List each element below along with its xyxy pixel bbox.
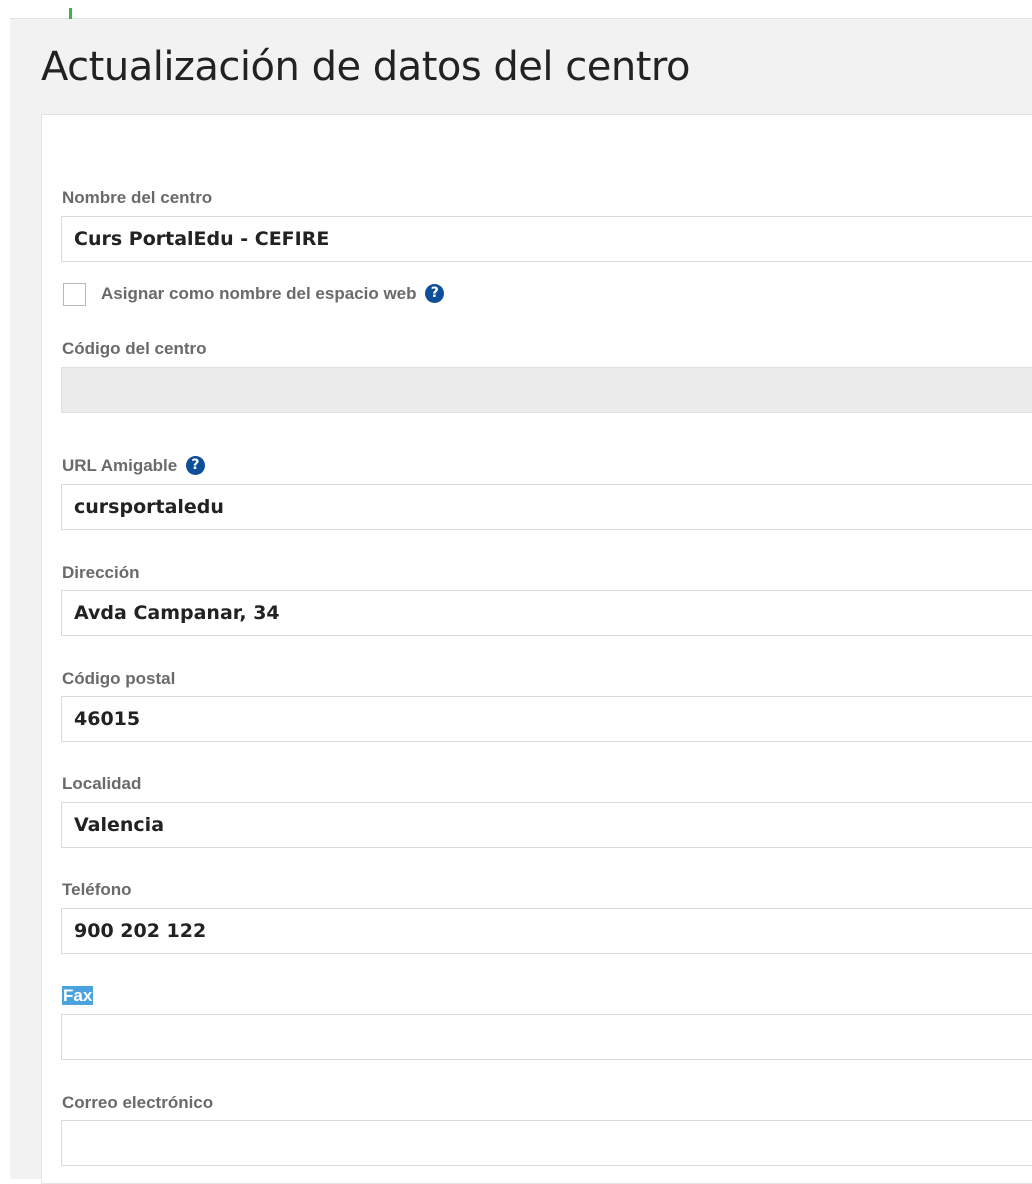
localidad-label: Localidad <box>62 774 142 793</box>
direccion-field[interactable]: Avda Campanar, 34 <box>61 590 1032 636</box>
localidad-field[interactable]: Valencia <box>61 802 1032 848</box>
page-title: Actualización de datos del centro <box>41 44 690 90</box>
codigo-label: Código del centro <box>62 339 207 358</box>
asignar-label-group: Asignar como nombre del espacio web ? <box>101 284 445 304</box>
nombre-field[interactable]: Curs PortalEdu - CEFIRE <box>61 216 1032 262</box>
url-field[interactable]: cursportaledu <box>61 484 1032 530</box>
email-field[interactable] <box>61 1120 1032 1166</box>
direccion-label: Dirección <box>62 563 140 582</box>
asignar-label: Asignar como nombre del espacio web <box>101 284 417 303</box>
url-label-group: URL Amigable ? <box>62 456 205 476</box>
codigo-field <box>61 367 1032 413</box>
help-icon[interactable]: ? <box>185 456 205 475</box>
fax-label: Fax <box>62 986 94 1005</box>
help-icon[interactable]: ? <box>425 284 445 303</box>
asignar-checkbox[interactable] <box>63 283 86 306</box>
email-label: Correo electrónico <box>62 1093 214 1112</box>
fax-field[interactable] <box>61 1014 1032 1060</box>
codigo-postal-field[interactable]: 46015 <box>61 696 1032 742</box>
codigo-postal-label: Código postal <box>62 669 176 688</box>
telefono-label: Teléfono <box>62 880 132 899</box>
telefono-field[interactable]: 900 202 122 <box>61 908 1032 954</box>
url-label: URL Amigable <box>62 456 178 475</box>
fax-label-group: Fax <box>62 986 94 1006</box>
accent-mark <box>69 8 72 19</box>
nombre-label: Nombre del centro <box>62 188 213 207</box>
